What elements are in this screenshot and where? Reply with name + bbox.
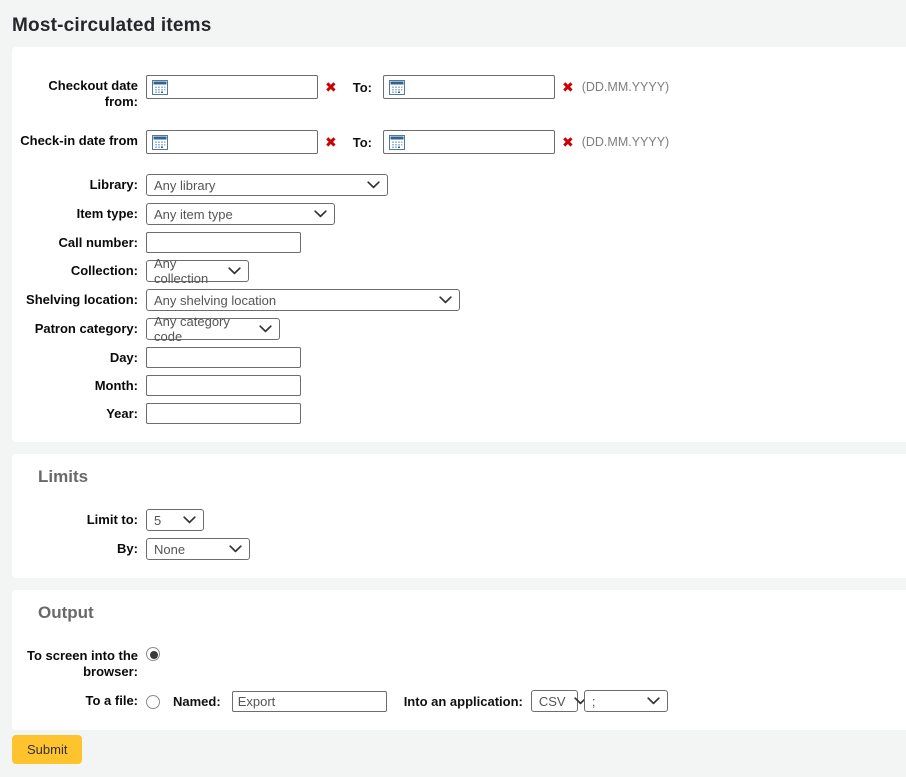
calendar-icon[interactable] [152, 80, 168, 95]
file-format-select-value: CSV [539, 694, 566, 709]
chevron-down-icon [367, 181, 380, 189]
chevron-down-icon [228, 267, 241, 275]
checkout-to-label: To: [353, 80, 372, 95]
clear-date-icon[interactable]: ✖ [325, 135, 337, 149]
file-format-select[interactable]: CSV [531, 690, 578, 712]
date-format-hint: (DD.MM.YYYY) [582, 80, 670, 94]
calendar-icon[interactable] [389, 80, 405, 95]
day-input[interactable] [146, 347, 301, 368]
to-screen-row: To screen into the browser: [12, 645, 890, 680]
to-file-radio[interactable] [146, 695, 160, 709]
output-heading: Output [38, 603, 890, 623]
into-application-label: Into an application: [404, 694, 523, 709]
month-input[interactable] [146, 375, 301, 396]
shelving-location-select[interactable]: Any shelving location [146, 289, 460, 311]
checkout-from-field[interactable] [146, 75, 318, 99]
shelving-location-label: Shelving location: [12, 289, 138, 308]
item-type-label: Item type: [12, 203, 138, 222]
library-select[interactable]: Any library [146, 174, 388, 196]
day-row: Day: [12, 347, 890, 368]
checkin-to-field[interactable] [383, 130, 555, 154]
library-row: Library: Any library [12, 174, 890, 196]
limit-by-label: By: [12, 538, 138, 557]
shelving-location-select-value: Any shelving location [154, 293, 276, 308]
year-row: Year: [12, 403, 890, 424]
filename-input[interactable] [232, 691, 387, 712]
shelving-location-row: Shelving location: Any shelving location [12, 289, 890, 311]
filters-panel: Checkout date from: ✖ To: ✖ (DD.MM.YYYY) [12, 47, 906, 442]
checkout-to-field[interactable] [383, 75, 555, 99]
checkin-to-label: To: [353, 135, 372, 150]
checkout-date-row: Checkout date from: ✖ To: ✖ (DD.MM.YYYY) [12, 75, 890, 110]
chevron-down-icon [229, 545, 242, 553]
submit-button[interactable]: Submit [12, 735, 82, 764]
checkin-from-input[interactable] [174, 134, 317, 151]
checkin-from-label: Check-in date from [12, 130, 138, 149]
call-number-input[interactable] [146, 232, 301, 253]
library-label: Library: [12, 174, 138, 193]
day-label: Day: [12, 347, 138, 366]
month-label: Month: [12, 375, 138, 394]
item-type-row: Item type: Any item type [12, 203, 890, 225]
chevron-down-icon [314, 210, 327, 218]
collection-select[interactable]: Any collection [146, 260, 249, 282]
item-type-select[interactable]: Any item type [146, 203, 335, 225]
limit-by-row: By: None [12, 538, 890, 560]
page-header: Most-circulated items [0, 0, 906, 47]
named-label: Named: [173, 694, 221, 709]
item-type-select-value: Any item type [154, 207, 233, 222]
year-input[interactable] [146, 403, 301, 424]
limit-by-select-value: None [154, 542, 185, 557]
checkin-from-field[interactable] [146, 130, 318, 154]
page-title: Most-circulated items [12, 15, 212, 36]
checkin-to-input[interactable] [411, 134, 554, 151]
checkin-date-row: Check-in date from ✖ To: ✖ (DD.MM.YYYY) [12, 130, 890, 154]
separator-select[interactable]: ; [584, 690, 668, 712]
clear-date-icon[interactable]: ✖ [325, 80, 337, 94]
limits-panel: Limits Limit to: 5 By: None [12, 454, 906, 578]
call-number-label: Call number: [12, 232, 138, 251]
calendar-icon[interactable] [389, 135, 405, 150]
separator-select-value: ; [592, 694, 596, 709]
limits-heading: Limits [38, 467, 890, 487]
to-file-row: To a file: Named: Into an application: C… [12, 690, 890, 712]
clear-date-icon[interactable]: ✖ [562, 135, 574, 149]
collection-row: Collection: Any collection [12, 260, 890, 282]
output-panel: Output To screen into the browser: To a … [12, 590, 906, 730]
checkout-to-input[interactable] [411, 79, 554, 96]
chevron-down-icon [439, 296, 452, 304]
year-label: Year: [12, 403, 138, 422]
limit-to-label: Limit to: [12, 509, 138, 528]
month-row: Month: [12, 375, 890, 396]
checkout-from-label: Checkout date from: [12, 75, 138, 110]
limit-to-row: Limit to: 5 [12, 509, 890, 531]
to-screen-radio[interactable] [146, 647, 160, 661]
calendar-icon[interactable] [152, 135, 168, 150]
patron-category-select-value: Any category code [154, 314, 251, 344]
patron-category-select[interactable]: Any category code [146, 318, 280, 340]
collection-select-value: Any collection [154, 256, 220, 286]
to-screen-label: To screen into the browser: [12, 645, 138, 680]
chevron-down-icon [259, 325, 272, 333]
date-format-hint: (DD.MM.YYYY) [582, 135, 670, 149]
limit-by-select[interactable]: None [146, 538, 250, 560]
chevron-down-icon [183, 516, 196, 524]
to-file-label: To a file: [12, 690, 138, 709]
collection-label: Collection: [12, 260, 138, 279]
limit-to-select[interactable]: 5 [146, 509, 204, 531]
library-select-value: Any library [154, 178, 215, 193]
limit-to-select-value: 5 [154, 513, 161, 528]
chevron-down-icon [647, 697, 660, 705]
checkout-from-input[interactable] [174, 79, 317, 96]
call-number-row: Call number: [12, 232, 890, 253]
patron-category-row: Patron category: Any category code [12, 318, 890, 340]
clear-date-icon[interactable]: ✖ [562, 80, 574, 94]
patron-category-label: Patron category: [12, 318, 138, 337]
